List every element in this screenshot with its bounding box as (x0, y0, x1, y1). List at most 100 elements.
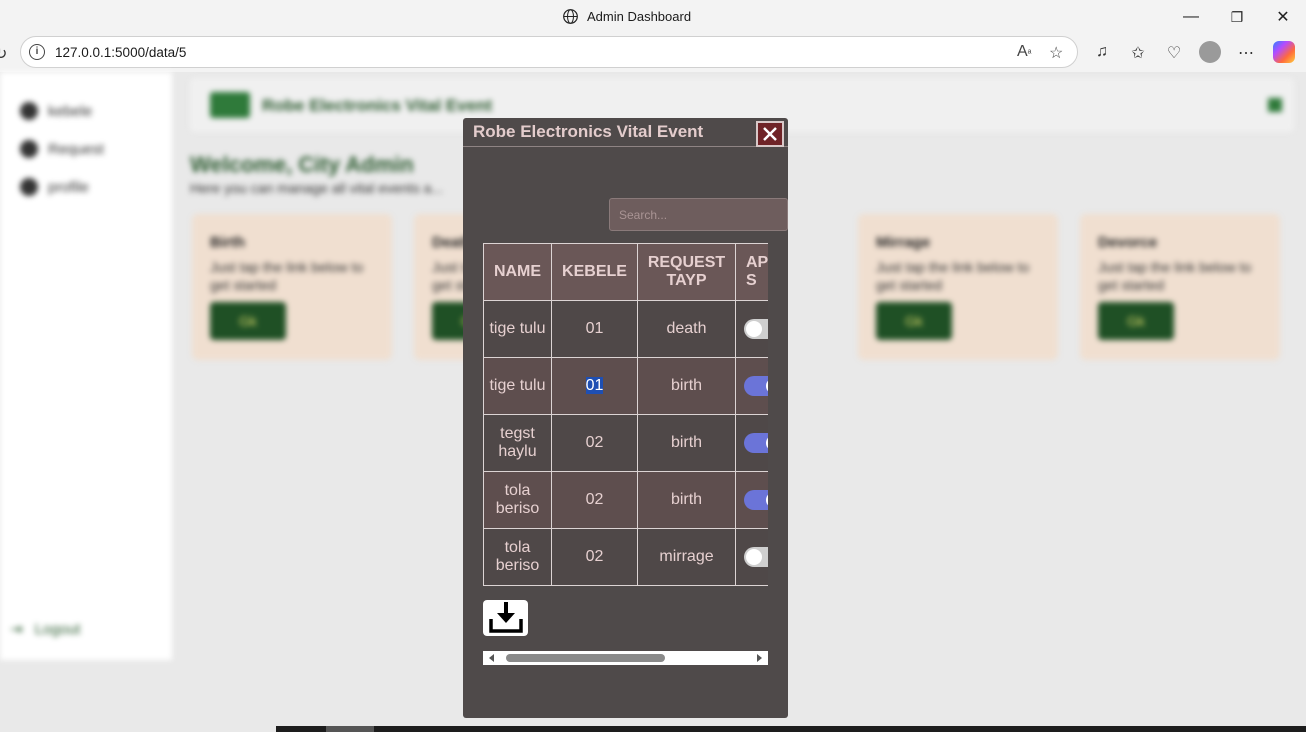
cell-request: birth (637, 414, 736, 472)
requests-table: NAME KEBELE REQUEST TAYP APPROVE S tige … (483, 243, 768, 586)
card-button[interactable]: Gk (210, 302, 286, 340)
modal-close-button[interactable] (756, 121, 784, 147)
globe-icon (563, 9, 578, 24)
cell-kebele: 01 (551, 357, 638, 415)
close-icon (763, 127, 777, 141)
approve-toggle[interactable] (744, 490, 768, 510)
modal-divider (463, 146, 788, 147)
cell-name: tegst haylu (483, 414, 552, 472)
favorite-star-icon[interactable]: ☆ (1049, 43, 1063, 63)
modal-title: Robe Electronics Vital Event (473, 122, 704, 141)
address-bar[interactable]: i 127.0.0.1:5000/data/5 Aᵃ ☆ (20, 36, 1078, 68)
scroll-left-arrow-icon[interactable] (489, 654, 494, 662)
close-window-button[interactable]: ✕ (1271, 6, 1295, 28)
window-title: Admin Dashboard (562, 8, 691, 25)
card-title: Mirrage (876, 234, 931, 251)
request-icon (20, 140, 38, 158)
kebele-icon (20, 102, 38, 120)
selected-text: 01 (585, 377, 604, 394)
approve-toggle[interactable] (744, 433, 768, 453)
welcome-subtitle: Here you can manage all vital events a..… (190, 180, 443, 196)
column-header-name[interactable]: NAME (483, 243, 552, 301)
browser-essentials-icon[interactable]: ♡ (1163, 43, 1185, 63)
refresh-icon[interactable]: ↻ (0, 44, 7, 64)
card-devorce: Devorce Just tap the link below to get s… (1080, 214, 1280, 360)
favorites-icon[interactable]: ✩ (1127, 43, 1149, 63)
profile-avatar[interactable] (1199, 41, 1221, 63)
logo (210, 92, 250, 118)
download-button[interactable] (483, 600, 528, 636)
cell-kebele: 01 (551, 300, 638, 358)
card-text: Just tap the link below to get started (210, 259, 364, 293)
requests-table-container[interactable]: NAME KEBELE REQUEST TAYP APPROVE S tige … (483, 243, 768, 586)
cell-request: mirrage (637, 528, 736, 586)
window-title-text: Admin Dashboard (587, 9, 692, 24)
download-icon (488, 602, 523, 633)
card-title: Birth (210, 234, 245, 251)
sidebar-item-kebele[interactable]: kebele (20, 102, 92, 120)
card-button[interactable]: Gk (876, 302, 952, 340)
logout-link[interactable]: ⇥ Logout (10, 620, 81, 639)
card-button[interactable]: Gk (1098, 302, 1174, 340)
info-icon[interactable]: i (29, 44, 45, 60)
card-mirrage: Mirrage Just tap the link below to get s… (858, 214, 1058, 360)
toggle-knob (766, 435, 768, 451)
cell-request: death (637, 300, 736, 358)
cell-approve (735, 471, 768, 529)
cell-approve (735, 414, 768, 472)
sidebar-item-label: Request (48, 140, 104, 158)
cell-kebele: 02 (551, 414, 638, 472)
cell-approve (735, 357, 768, 415)
cell-kebele: 02 (551, 528, 638, 586)
taskbar-item[interactable] (326, 726, 374, 732)
column-header-kebele[interactable]: KEBELE (551, 243, 638, 301)
menu-icon[interactable] (1268, 98, 1282, 112)
card-title: Devorce (1098, 234, 1158, 251)
column-header-approve[interactable]: APPROVE S (735, 243, 768, 301)
brand-title: Robe Electronics Vital Event (262, 96, 493, 115)
sidebar-item-request[interactable]: Request (20, 140, 104, 158)
copilot-icon[interactable] (1273, 41, 1295, 63)
cell-request: birth (637, 357, 736, 415)
cell-name: tola beriso (483, 471, 552, 529)
welcome-heading: Welcome, City Admin (190, 152, 414, 177)
table-row: tige tulu 01 death (483, 300, 768, 358)
read-aloud-icon[interactable]: Aᵃ (1017, 43, 1031, 61)
scroll-right-arrow-icon[interactable] (757, 654, 762, 662)
toggle-knob (766, 378, 768, 394)
sidebar-item-label: kebele (48, 102, 93, 120)
media-control-icon[interactable]: ♫ (1091, 43, 1113, 61)
url-text[interactable]: 127.0.0.1:5000/data/5 (55, 45, 186, 60)
table-row: tegst haylu 02 birth (483, 414, 768, 472)
logout-icon: ⇥ (10, 621, 23, 638)
column-header-request-tayp[interactable]: REQUEST TAYP (637, 243, 736, 301)
cell-request: birth (637, 471, 736, 529)
table-header-row: NAME KEBELE REQUEST TAYP APPROVE S (483, 243, 768, 301)
logout-label: Logout (34, 620, 81, 638)
cell-approve (735, 300, 768, 358)
search-input[interactable] (609, 198, 788, 231)
taskbar (276, 726, 1306, 732)
approve-toggle[interactable] (744, 319, 768, 339)
card-text: Just tap the link below to get started (1098, 259, 1252, 293)
scroll-thumb[interactable] (506, 654, 665, 662)
approve-toggle[interactable] (744, 547, 768, 567)
sidebar-item-label: profile (48, 178, 89, 196)
cell-approve (735, 528, 768, 586)
browser-titlebar: Admin Dashboard — ❐ ✕ (0, 0, 1306, 34)
cell-name: tige tulu (483, 300, 552, 358)
profile-icon (20, 178, 38, 196)
card-birth: Birth Just tap the link below to get sta… (192, 214, 392, 360)
approve-toggle[interactable] (744, 376, 768, 396)
browser-toolbar: ↻ i 127.0.0.1:5000/data/5 Aᵃ ☆ ♫ ✩ ♡ ⋯ (0, 34, 1306, 72)
restore-button[interactable]: ❐ (1225, 6, 1249, 28)
sidebar: kebele Request profile ⇥ Logout (0, 72, 172, 660)
horizontal-scrollbar[interactable] (483, 651, 768, 665)
table-row: tola beriso 02 mirrage (483, 528, 768, 586)
more-options-icon[interactable]: ⋯ (1235, 43, 1257, 63)
vital-event-modal: Robe Electronics Vital Event NAME KEBELE… (463, 118, 788, 718)
table-row: tola beriso 02 birth (483, 471, 768, 529)
sidebar-item-profile[interactable]: profile (20, 178, 89, 196)
cell-name: tola beriso (483, 528, 552, 586)
minimize-button[interactable]: — (1179, 6, 1203, 28)
